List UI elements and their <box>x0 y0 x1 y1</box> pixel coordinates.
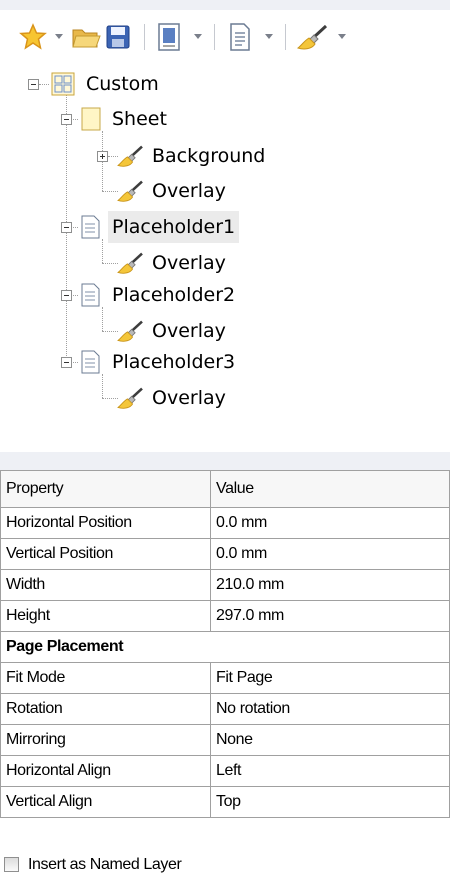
tree-node-label: Overlay <box>152 387 226 409</box>
page-view-icon <box>158 23 180 51</box>
property-value[interactable]: 0.0 mm <box>210 507 450 539</box>
section-header-page-placement: Page Placement <box>0 631 450 663</box>
tree-node-overlay[interactable]: Overlay <box>116 173 230 209</box>
expand-background-toggle[interactable] <box>97 151 108 162</box>
insert-as-named-layer-checkbox[interactable] <box>4 857 19 872</box>
add-layer-dropdown-arrow[interactable] <box>338 34 346 39</box>
tree-node-label: Placeholder3 <box>112 351 236 373</box>
property-name: Height <box>0 600 211 632</box>
property-row[interactable]: Height 297.0 mm <box>0 600 450 632</box>
property-grid: Property Value Horizontal Position 0.0 m… <box>0 470 450 818</box>
tree-node-placeholder3[interactable]: Placeholder3 <box>80 344 239 380</box>
add-page-icon <box>230 23 250 51</box>
collapse-custom-toggle[interactable] <box>28 79 39 90</box>
favorites-dropdown-arrow[interactable] <box>55 34 63 39</box>
brush-icon <box>117 320 143 342</box>
tree-node-label: Placeholder1 <box>108 211 240 243</box>
property-value[interactable]: None <box>210 724 450 756</box>
tree-node-label: Overlay <box>152 252 226 274</box>
add-page-button[interactable] <box>224 20 256 54</box>
tree-node-label: Placeholder2 <box>112 284 236 306</box>
tree-node-overlay[interactable]: Overlay <box>116 245 230 281</box>
tree-node-custom[interactable]: Custom <box>50 66 163 102</box>
page-view-button[interactable] <box>152 20 186 54</box>
property-column-header[interactable]: Property <box>0 470 211 508</box>
toolbar-separator <box>214 24 215 50</box>
collapse-placeholder3-toggle[interactable] <box>61 357 72 368</box>
property-name: Width <box>0 569 211 601</box>
tree-node-label: Sheet <box>112 108 167 130</box>
layout-tree: Custom Sheet Background Overlay Placehol… <box>0 61 450 409</box>
brush-icon <box>117 145 143 167</box>
layout-grid-icon <box>51 72 75 96</box>
page-icon <box>81 215 100 239</box>
collapse-sheet-toggle[interactable] <box>61 114 72 125</box>
tree-node-sheet[interactable]: Sheet <box>80 101 171 137</box>
collapse-placeholder1-toggle[interactable] <box>61 222 72 233</box>
property-value[interactable]: 210.0 mm <box>210 569 450 601</box>
property-name: Fit Mode <box>0 662 211 694</box>
property-row[interactable]: Horizontal Align Left <box>0 755 450 787</box>
save-floppy-icon <box>106 25 130 49</box>
property-row[interactable]: Width 210.0 mm <box>0 569 450 601</box>
checkbox-label: Insert as Named Layer <box>28 855 182 873</box>
toolbar-separator <box>285 24 286 50</box>
add-layer-button[interactable] <box>294 20 330 54</box>
property-value[interactable]: 0.0 mm <box>210 538 450 570</box>
property-name: Horizontal Align <box>0 755 211 787</box>
page-icon <box>81 350 100 374</box>
tree-node-label: Overlay <box>152 180 226 202</box>
add-page-dropdown-arrow[interactable] <box>265 34 273 39</box>
property-row[interactable]: Vertical Align Top <box>0 786 450 818</box>
section-title: Page Placement <box>0 631 450 663</box>
save-button[interactable] <box>103 20 133 54</box>
brush-icon <box>117 252 143 274</box>
property-value[interactable]: 297.0 mm <box>210 600 450 632</box>
tree-node-overlay[interactable]: Overlay <box>116 380 230 416</box>
property-value[interactable]: No rotation <box>210 693 450 725</box>
property-name: Horizontal Position <box>0 507 211 539</box>
property-row[interactable]: Vertical Position 0.0 mm <box>0 538 450 570</box>
brush-icon <box>117 387 143 409</box>
property-name: Vertical Align <box>0 786 211 818</box>
brush-icon <box>296 24 328 50</box>
insert-as-named-layer-option[interactable]: Insert as Named Layer <box>0 850 450 879</box>
toolbar <box>0 0 450 61</box>
page-view-dropdown-arrow[interactable] <box>194 34 202 39</box>
tree-node-label: Overlay <box>152 320 226 342</box>
tree-node-label: Background <box>152 145 266 167</box>
value-column-header[interactable]: Value <box>210 470 450 508</box>
property-grid-header: Property Value <box>0 470 450 508</box>
property-name: Rotation <box>0 693 211 725</box>
property-value[interactable]: Top <box>210 786 450 818</box>
sheet-icon <box>81 107 101 131</box>
tree-connector <box>39 84 49 85</box>
property-grid-top-band <box>0 452 450 470</box>
tree-node-placeholder2[interactable]: Placeholder2 <box>80 277 239 313</box>
property-row[interactable]: Horizontal Position 0.0 mm <box>0 507 450 539</box>
collapse-placeholder2-toggle[interactable] <box>61 290 72 301</box>
open-folder-icon <box>72 29 101 48</box>
brush-icon <box>117 180 143 202</box>
property-row[interactable]: Rotation No rotation <box>0 693 450 725</box>
property-value[interactable]: Left <box>210 755 450 787</box>
page-icon <box>81 283 100 307</box>
tree-node-background[interactable]: Background <box>116 138 269 174</box>
tree-node-label: Custom <box>86 73 159 95</box>
toolbar-separator <box>144 24 145 50</box>
property-row[interactable]: Mirroring None <box>0 724 450 756</box>
favorites-button[interactable] <box>18 20 48 54</box>
favorite-star-icon <box>19 23 47 50</box>
tree-node-placeholder1[interactable]: Placeholder1 <box>80 209 240 245</box>
property-name: Mirroring <box>0 724 211 756</box>
open-button[interactable] <box>70 20 102 54</box>
property-value[interactable]: Fit Page <box>210 662 450 694</box>
property-name: Vertical Position <box>0 538 211 570</box>
property-row[interactable]: Fit Mode Fit Page <box>0 662 450 694</box>
